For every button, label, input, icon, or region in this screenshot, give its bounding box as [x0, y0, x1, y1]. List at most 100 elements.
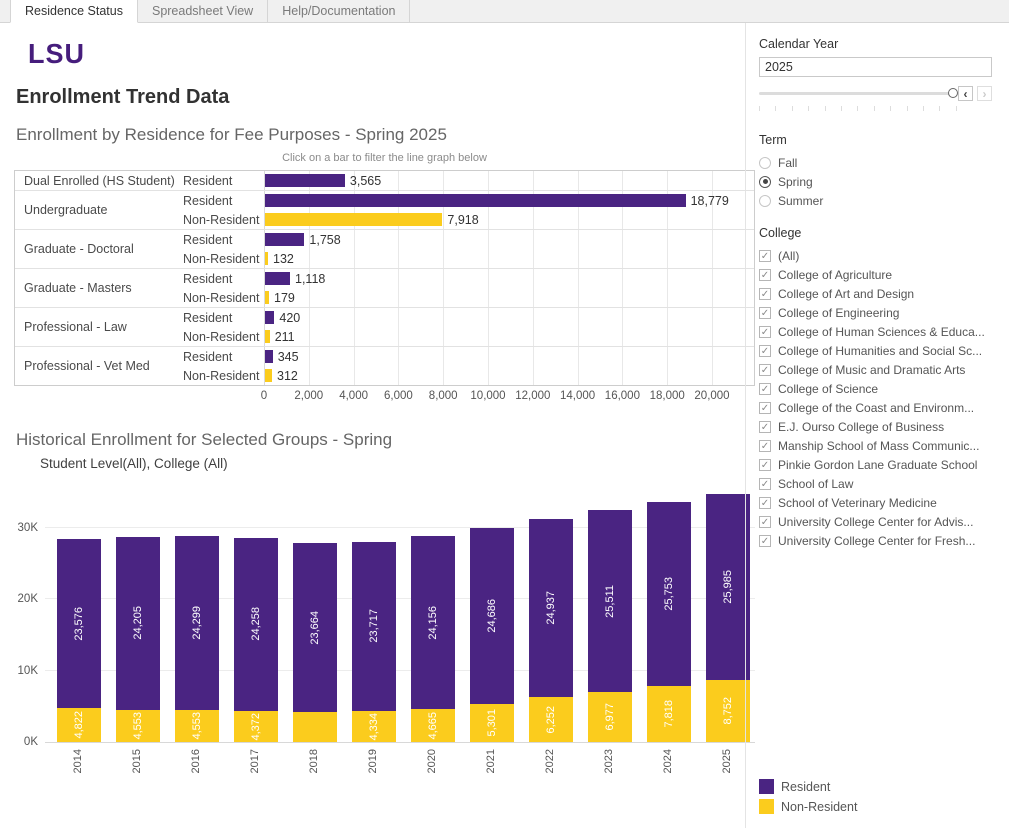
chart2-bar-value: 23,576 — [73, 607, 85, 641]
radio-fall-icon[interactable] — [759, 157, 771, 169]
chart2-bar-2021-resident[interactable]: 24,686 — [470, 528, 514, 704]
checkbox-checked-icon[interactable]: ✓ — [759, 269, 771, 281]
college-option-college-of-humanities-and-social-sc[interactable]: ✓College of Humanities and Social Sc... — [759, 341, 999, 360]
term-option-summer[interactable]: Summer — [759, 191, 999, 210]
college-option-school-of-law[interactable]: ✓School of Law — [759, 474, 999, 493]
chart2-bar-2019-non-resident[interactable]: 4,334 — [352, 711, 396, 742]
college-option-all[interactable]: ✓ (All) — [759, 246, 999, 265]
chart1-bar-row: Resident345 — [183, 347, 754, 366]
checkbox-checked-icon[interactable]: ✓ — [759, 478, 771, 490]
chart1-residency-label: Resident — [183, 233, 265, 247]
calendar-year-slider-track[interactable] — [759, 92, 954, 95]
checkbox-checked-icon[interactable]: ✓ — [759, 383, 771, 395]
college-option-college-of-music-and-dramatic-arts[interactable]: ✓College of Music and Dramatic Arts — [759, 360, 999, 379]
chart2-bar-2025-resident[interactable]: 25,985 — [706, 494, 750, 680]
college-option-college-of-art-and-design[interactable]: ✓College of Art and Design — [759, 284, 999, 303]
chart1-bar-graduate-doctoral-resident[interactable] — [265, 233, 304, 246]
calendar-year-slider-handle[interactable] — [948, 88, 958, 98]
college-option-college-of-human-sciences-educa[interactable]: ✓ College of Human Sciences & Educa... — [759, 322, 999, 341]
checkbox-checked-icon[interactable]: ✓ — [759, 459, 771, 471]
x-tick-label: 14,000 — [560, 390, 595, 402]
chart1-bar-graduate-doctoral-non-resident[interactable] — [265, 252, 268, 265]
checkbox-checked-icon[interactable]: ✓ — [759, 402, 771, 414]
college-option-university-college-center-for-fresh[interactable]: ✓University College Center for Fresh... — [759, 531, 999, 550]
legend-item-non-resident[interactable]: Non-Resident — [759, 799, 857, 814]
term-option-spring[interactable]: Spring — [759, 172, 999, 191]
chart2-bar-2024-non-resident[interactable]: 7,818 — [647, 686, 691, 742]
tab-residence-status[interactable]: Residence Status — [10, 0, 138, 23]
chart1-bar-professional-vet-med-resident[interactable] — [265, 350, 273, 363]
checkbox-checked-icon[interactable]: ✓ — [759, 516, 771, 528]
chart2-bar-2019-resident[interactable]: 23,717 — [352, 542, 396, 711]
chart2-bar-2024-resident[interactable]: 25,753 — [647, 502, 691, 686]
chart1-bar-undergraduate-resident[interactable] — [265, 194, 686, 207]
chart2-bar-2017-resident[interactable]: 24,258 — [234, 538, 278, 711]
radio-summer-icon[interactable] — [759, 195, 771, 207]
chart2-bar-2018-non-resident[interactable] — [293, 712, 337, 742]
checkbox-checked-icon[interactable]: ✓ — [759, 307, 771, 319]
checkbox-checked-icon[interactable]: ✓ — [759, 535, 771, 547]
chart2-bar-2014-non-resident[interactable]: 4,822 — [57, 708, 101, 742]
chart2-column-2025: 8,75225,985 — [706, 494, 750, 742]
college-option-label: College of Human Sciences & Educa... — [778, 325, 985, 339]
checkbox-checked-icon[interactable]: ✓ — [759, 421, 771, 433]
chart2-bar-2020-non-resident[interactable]: 4,665 — [411, 709, 455, 742]
chart2-bar-2016-non-resident[interactable]: 4,553 — [175, 710, 219, 743]
checkbox-checked-icon[interactable]: ✓ — [759, 345, 771, 357]
chart2-bar-2015-resident[interactable]: 24,205 — [116, 537, 160, 710]
legend-item-resident[interactable]: Resident — [759, 779, 857, 794]
checkbox-checked-icon[interactable]: ✓ — [759, 326, 771, 338]
college-option-label: (All) — [778, 249, 799, 263]
chart2-bar-2018-resident[interactable]: 23,664 — [293, 543, 337, 712]
chart2-bar-2023-non-resident[interactable]: 6,977 — [588, 692, 632, 742]
checkbox-checked-icon[interactable]: ✓ — [759, 497, 771, 509]
chart1-category-label: Graduate - Masters — [15, 269, 183, 307]
chart2-bar-2022-resident[interactable]: 24,937 — [529, 519, 573, 697]
x-tick-label: 6,000 — [384, 390, 413, 402]
radio-spring-icon[interactable] — [759, 176, 771, 188]
chart2-bar-2015-non-resident[interactable]: 4,553 — [116, 710, 160, 743]
chart1-bar-undergraduate-non-resident[interactable] — [265, 213, 442, 226]
chart2-bar-2016-resident[interactable]: 24,299 — [175, 536, 219, 710]
chart1-bar-professional-law-non-resident[interactable] — [265, 330, 270, 343]
chart2-bar-2020-resident[interactable]: 24,156 — [411, 536, 455, 709]
college-option-manship-school-of-mass-communic[interactable]: ✓Manship School of Mass Communic... — [759, 436, 999, 455]
college-option-pinkie-gordon-lane-graduate-school[interactable]: ✓Pinkie Gordon Lane Graduate School — [759, 455, 999, 474]
college-option-e-j-ourso-college-of-business[interactable]: ✓E.J. Ourso College of Business — [759, 417, 999, 436]
x-tick-label: 4,000 — [339, 390, 368, 402]
checkbox-checked-icon[interactable]: ✓ — [759, 364, 771, 376]
chart2-bar-2022-non-resident[interactable]: 6,252 — [529, 697, 573, 742]
chart1-bar-professional-law-resident[interactable] — [265, 311, 274, 324]
checkbox-checked-icon[interactable]: ✓ — [759, 250, 771, 262]
chart2-bar-2021-non-resident[interactable]: 5,301 — [470, 704, 514, 742]
chart2-bar-2025-non-resident[interactable]: 8,752 — [706, 680, 750, 743]
chart1-bar-row: Non-Resident312 — [183, 366, 754, 385]
chart2-column-2015: 4,55324,205 — [116, 537, 160, 742]
chart1-bar-graduate-masters-non-resident[interactable] — [265, 291, 269, 304]
chart1-bar-graduate-masters-resident[interactable] — [265, 272, 290, 285]
chart1-bar-row: Resident3,565 — [183, 171, 754, 190]
historical-stacked-chart: 4,82223,5764,55324,2054,55324,2994,37224… — [0, 483, 745, 788]
term-option-fall[interactable]: Fall — [759, 153, 999, 172]
chart2-bar-2017-non-resident[interactable]: 4,372 — [234, 711, 278, 742]
calendar-year-input[interactable] — [759, 57, 992, 77]
chart1-bar-dual-enrolled-hs-student-resident[interactable] — [265, 174, 345, 187]
college-option-college-of-science[interactable]: ✓College of Science — [759, 379, 999, 398]
calendar-year-prev-button[interactable]: ‹ — [958, 86, 973, 101]
chart1-bar-value: 132 — [273, 252, 294, 266]
tab-help-documentation[interactable]: Help/Documentation — [268, 0, 410, 22]
college-option-college-of-the-coast-and-environm[interactable]: ✓College of the Coast and Environm... — [759, 398, 999, 417]
chart1-bar-professional-vet-med-non-resident[interactable] — [265, 369, 272, 382]
college-option-college-of-agriculture[interactable]: ✓College of Agriculture — [759, 265, 999, 284]
college-option-school-of-veterinary-medicine[interactable]: ✓School of Veterinary Medicine — [759, 493, 999, 512]
checkbox-checked-icon[interactable]: ✓ — [759, 288, 771, 300]
college-option-college-of-engineering[interactable]: ✓College of Engineering — [759, 303, 999, 322]
checkbox-checked-icon[interactable]: ✓ — [759, 440, 771, 452]
chart2-bar-2014-resident[interactable]: 23,576 — [57, 539, 101, 707]
chart2-bar-2023-resident[interactable]: 25,511 — [588, 510, 632, 692]
tab-spreadsheet-view[interactable]: Spreadsheet View — [138, 0, 268, 22]
chart2-bar-value: 4,822 — [73, 711, 85, 739]
calendar-year-next-button[interactable]: › — [977, 86, 992, 101]
chart1-bar-value: 179 — [274, 291, 295, 305]
college-option-university-college-center-for-advis[interactable]: ✓University College Center for Advis... — [759, 512, 999, 531]
